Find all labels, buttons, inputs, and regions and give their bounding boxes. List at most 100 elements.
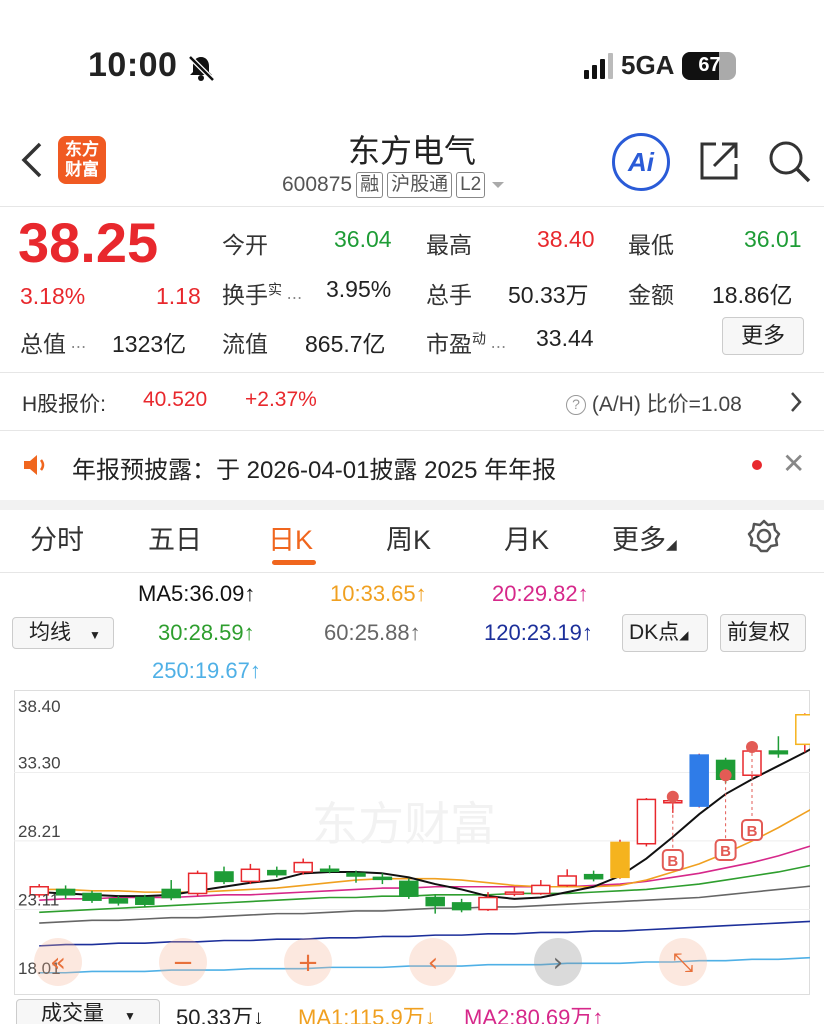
fullscreen-icon[interactable]: ⤡ <box>673 948 694 978</box>
tab-indicator <box>272 560 316 565</box>
help-icon: ? <box>566 395 586 415</box>
tab-daily-k[interactable]: 日K <box>268 518 313 557</box>
candle <box>610 841 630 879</box>
ai-button[interactable]: Ai <box>612 133 670 191</box>
tab-monthly-k[interactable]: 月K <box>504 518 549 557</box>
b-dot <box>666 790 679 803</box>
status-time: 10:00 <box>88 46 178 84</box>
high-value: 38.40 <box>537 226 595 252</box>
y-tick-label: 23.11 <box>18 890 59 909</box>
ah-ratio[interactable]: ? (A/H) 比价=1.08 <box>566 388 742 418</box>
speaker-icon <box>24 455 45 475</box>
candle <box>319 868 340 873</box>
caret-down-icon[interactable] <box>489 179 507 191</box>
candle <box>795 714 810 746</box>
candle <box>557 875 577 887</box>
current-price: 38.25 <box>18 211 159 274</box>
ma250-label: 250:19.67↑ <box>152 658 261 683</box>
more-quote-button[interactable]: 更多 <box>722 317 804 355</box>
ma20-label: 20:29.82↑ <box>492 581 589 606</box>
network-label: 5GA <box>621 50 675 80</box>
candle <box>689 754 709 807</box>
volume-label: 总手 <box>426 282 472 308</box>
tab-5day[interactable]: 五日 <box>148 518 202 557</box>
search-icon[interactable] <box>766 138 812 184</box>
divider <box>0 572 824 573</box>
battery-icon: 67 <box>682 51 737 80</box>
hshare-percent: +2.37% <box>245 388 317 411</box>
prev-icon[interactable]: ‹ <box>428 948 438 978</box>
chart-watermark: 东方财富 <box>312 797 496 851</box>
b-dot <box>746 741 758 754</box>
adjust-button[interactable]: 前复权 <box>720 614 806 652</box>
tag-connect: 沪股通 <box>387 172 453 198</box>
open-value: 36.04 <box>334 226 392 252</box>
close-icon[interactable]: ✕ <box>782 447 805 480</box>
candle <box>636 798 657 845</box>
share-icon[interactable] <box>696 138 742 184</box>
tab-more[interactable]: 更多◢ <box>612 518 677 557</box>
ma60-label: 60:25.88↑ <box>324 620 421 645</box>
low-label: 最低 <box>628 232 674 258</box>
candle <box>293 861 313 873</box>
hshare-label: H股报价: <box>22 393 106 416</box>
rewind-icon[interactable]: « <box>50 948 66 978</box>
change-amount: 1.18 <box>156 283 201 309</box>
candle <box>346 872 366 877</box>
float-value: 865.7亿 <box>305 331 386 357</box>
divider <box>0 430 824 431</box>
candle <box>187 872 208 895</box>
candle <box>583 873 604 880</box>
stock-code: 600875 <box>282 173 353 196</box>
volume-value: 50.33万↓ <box>176 1005 265 1024</box>
candle <box>267 869 287 876</box>
candle <box>240 868 261 883</box>
tag-margin: 融 <box>356 172 384 198</box>
status-right: 5GA 67 <box>584 50 737 81</box>
dk-select[interactable]: DK点◢ <box>622 614 708 652</box>
notice-text[interactable]: 年报预披露：于 2026-04-01披露 2025 年年报 <box>72 450 556 485</box>
float-label: 流值 <box>222 331 268 357</box>
candle <box>425 896 445 907</box>
ma10-label: 10:33.65↑ <box>330 581 427 606</box>
ma30-label: 30:28.59↑ <box>158 620 255 645</box>
candle <box>55 888 76 896</box>
tab-weekly-k[interactable]: 周K <box>386 518 431 557</box>
candle <box>478 896 498 911</box>
b-marker-label: B <box>747 823 758 840</box>
mktcap-value: 1323亿 <box>112 331 187 357</box>
candle <box>108 898 129 904</box>
volume-value: 50.33万 <box>508 282 589 308</box>
pe-value: 33.44 <box>536 325 594 351</box>
ma120-label: 120:23.19↑ <box>484 620 593 645</box>
zoom-in-icon[interactable]: + <box>297 948 319 978</box>
candle <box>214 871 234 883</box>
mktcap-label: 总值 ⋯ <box>20 331 87 357</box>
pe-label: 市盈动 ⋯ <box>426 330 507 357</box>
tab-intraday[interactable]: 分时 <box>30 518 84 557</box>
y-tick-label: 28.21 <box>18 822 61 841</box>
volume-ma1: MA1:115.9万↓ <box>298 1005 436 1024</box>
turnover-label: 换手实 ⋯ <box>222 281 303 308</box>
signal-icon <box>584 52 613 79</box>
b-marker-label: B <box>720 843 731 860</box>
candle <box>161 888 181 899</box>
amount-value: 18.86亿 <box>712 282 793 308</box>
low-value: 36.01 <box>744 226 802 252</box>
volume-indicator-select[interactable]: 成交量 ▼ <box>16 999 160 1024</box>
bell-muted-icon <box>188 55 215 82</box>
next-icon[interactable]: › <box>553 948 563 978</box>
gear-icon[interactable] <box>746 518 782 554</box>
indicator-select[interactable]: 均线 ▼ <box>12 617 114 649</box>
candle <box>451 902 472 911</box>
section-gap <box>0 500 824 510</box>
candle <box>504 891 525 895</box>
candle <box>531 884 551 895</box>
zoom-out-icon[interactable]: − <box>172 948 194 978</box>
notice-dot <box>752 460 762 470</box>
chevron-right-icon[interactable] <box>788 390 804 414</box>
kline-chart[interactable]: 东方财富 BBBB 38.4033.3028.2123.1118.01 «−+‹… <box>14 690 810 995</box>
divider <box>0 206 824 207</box>
stock-subtitle: 600875 融 沪股通 L2 <box>282 172 507 198</box>
b-marker-label: B <box>667 853 678 870</box>
